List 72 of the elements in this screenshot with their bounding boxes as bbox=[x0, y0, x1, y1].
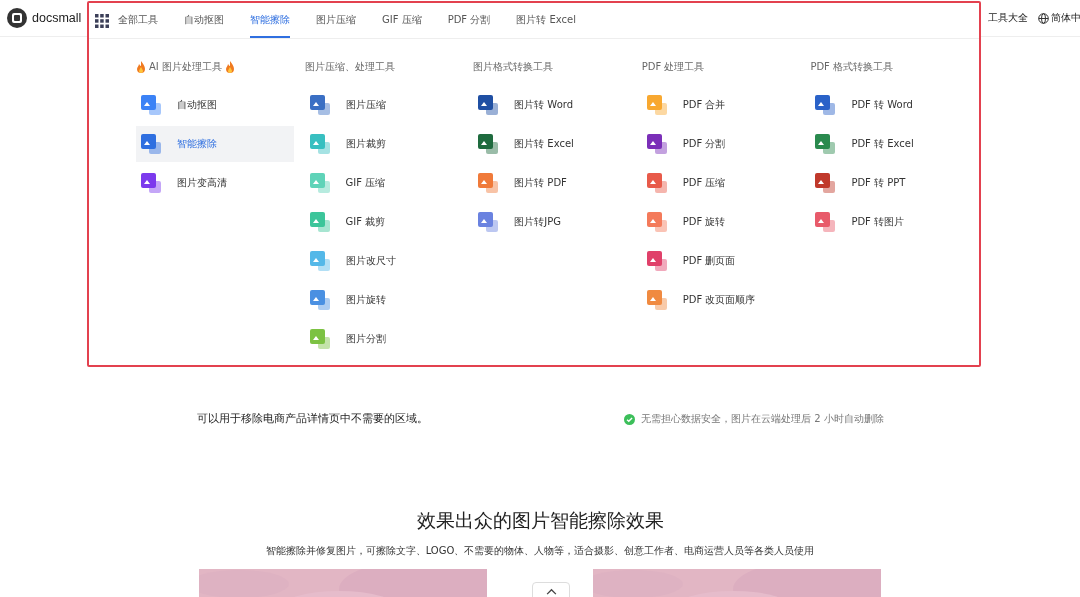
tool-icon bbox=[308, 289, 331, 311]
chevron-up-icon bbox=[545, 588, 557, 595]
description-text: 可以用于移除电商产品详情页中不需要的区域。 bbox=[197, 412, 428, 426]
menu-item[interactable]: PDF 转 Excel bbox=[810, 126, 969, 162]
tool-icon bbox=[308, 211, 331, 233]
tool-icon bbox=[477, 211, 500, 233]
menu-item[interactable]: 图片改尺寸 bbox=[304, 243, 463, 279]
menu-item[interactable]: PDF 转图片 bbox=[810, 204, 969, 240]
nav-tab[interactable]: 图片转 Excel bbox=[516, 3, 576, 38]
menu-item[interactable]: 自动抠图 bbox=[136, 87, 294, 123]
column-heading: 图片格式转换工具 bbox=[473, 60, 554, 74]
tool-icon bbox=[477, 172, 500, 194]
column-heading: 图片压缩、处理工具 bbox=[304, 60, 395, 74]
tool-icon bbox=[308, 172, 331, 194]
tool-icon bbox=[645, 133, 668, 155]
menu-item[interactable]: GIF 裁剪 bbox=[304, 204, 463, 240]
tool-icon bbox=[814, 94, 837, 116]
nav-tab[interactable]: GIF 压缩 bbox=[382, 3, 422, 38]
tool-icon bbox=[308, 328, 331, 350]
tool-icon bbox=[308, 133, 331, 155]
menu-item[interactable]: 图片转 Excel bbox=[473, 126, 632, 162]
tool-icon bbox=[814, 133, 837, 155]
tool-icon bbox=[477, 94, 500, 116]
menu-item[interactable]: GIF 压缩 bbox=[304, 165, 463, 201]
menu-item[interactable]: 图片变高清 bbox=[136, 165, 294, 201]
tool-icon bbox=[308, 250, 331, 272]
grid-menu-icon[interactable] bbox=[95, 13, 109, 28]
tool-icon bbox=[140, 172, 162, 194]
globe-icon bbox=[1038, 12, 1049, 24]
menu-item[interactable]: 图片裁剪 bbox=[304, 126, 463, 162]
menu-item[interactable]: 图片转 PDF bbox=[473, 165, 632, 201]
tool-icon bbox=[645, 250, 668, 272]
language-selector[interactable]: 简体中 bbox=[1038, 11, 1080, 25]
tool-icon bbox=[645, 211, 668, 233]
tool-icon bbox=[645, 289, 668, 311]
tool-icon bbox=[645, 94, 668, 116]
logo-icon bbox=[7, 8, 27, 28]
menu-item[interactable]: 图片旋转 bbox=[304, 282, 463, 318]
nav-link[interactable]: 工具大全 bbox=[988, 11, 1028, 25]
tool-icon bbox=[814, 172, 837, 194]
nav-tab[interactable]: 智能擦除 bbox=[250, 3, 290, 38]
menu-item[interactable]: 图片压缩 bbox=[304, 87, 463, 123]
menu-item[interactable]: PDF 改页面顺序 bbox=[641, 282, 800, 318]
menu-item[interactable]: PDF 压缩 bbox=[641, 165, 800, 201]
nav-tab[interactable]: 全部工具 bbox=[118, 3, 158, 38]
nav-tab[interactable]: 图片压缩 bbox=[316, 3, 356, 38]
section-title: 效果出众的图片智能擦除效果 bbox=[416, 508, 664, 533]
tool-icon bbox=[814, 211, 837, 233]
nav-tab[interactable]: PDF 分割 bbox=[447, 3, 491, 38]
menu-item[interactable]: 智能擦除 bbox=[136, 126, 294, 162]
tool-icon bbox=[645, 172, 668, 194]
security-note: 无需担心数据安全，图片在云端处理后 2 小时自动删除 bbox=[641, 412, 884, 426]
menu-item[interactable]: PDF 转 PPT bbox=[810, 165, 969, 201]
check-icon bbox=[624, 413, 635, 425]
tool-icon bbox=[140, 133, 162, 155]
tool-icon bbox=[477, 133, 500, 155]
menu-item[interactable]: PDF 转 Word bbox=[810, 87, 969, 123]
tool-icon bbox=[140, 94, 162, 116]
tool-icon bbox=[308, 94, 331, 116]
menu-item[interactable]: PDF 合并 bbox=[641, 87, 800, 123]
logo-text[interactable]: docsmall bbox=[32, 11, 82, 25]
column-heading: AI 图片处理工具 bbox=[149, 60, 222, 74]
menu-item[interactable]: PDF 分割 bbox=[641, 126, 800, 162]
column-heading: PDF 格式转换工具 bbox=[810, 60, 894, 74]
menu-item[interactable]: PDF 旋转 bbox=[641, 204, 800, 240]
nav-tab[interactable]: 自动抠图 bbox=[184, 3, 224, 38]
menu-item[interactable]: 图片转JPG bbox=[473, 204, 632, 240]
column-heading: PDF 处理工具 bbox=[641, 60, 705, 74]
menu-item[interactable]: PDF 删页面 bbox=[641, 243, 800, 279]
menu-item[interactable]: 图片分割 bbox=[304, 321, 463, 357]
section-subtitle: 智能擦除并修复图片，可擦除文字、LOGO、不需要的物体、人物等，适合摄影、创意工作者、电商运营人员等各类人员使用 bbox=[265, 544, 815, 558]
menu-item[interactable]: 图片转 Word bbox=[473, 87, 632, 123]
